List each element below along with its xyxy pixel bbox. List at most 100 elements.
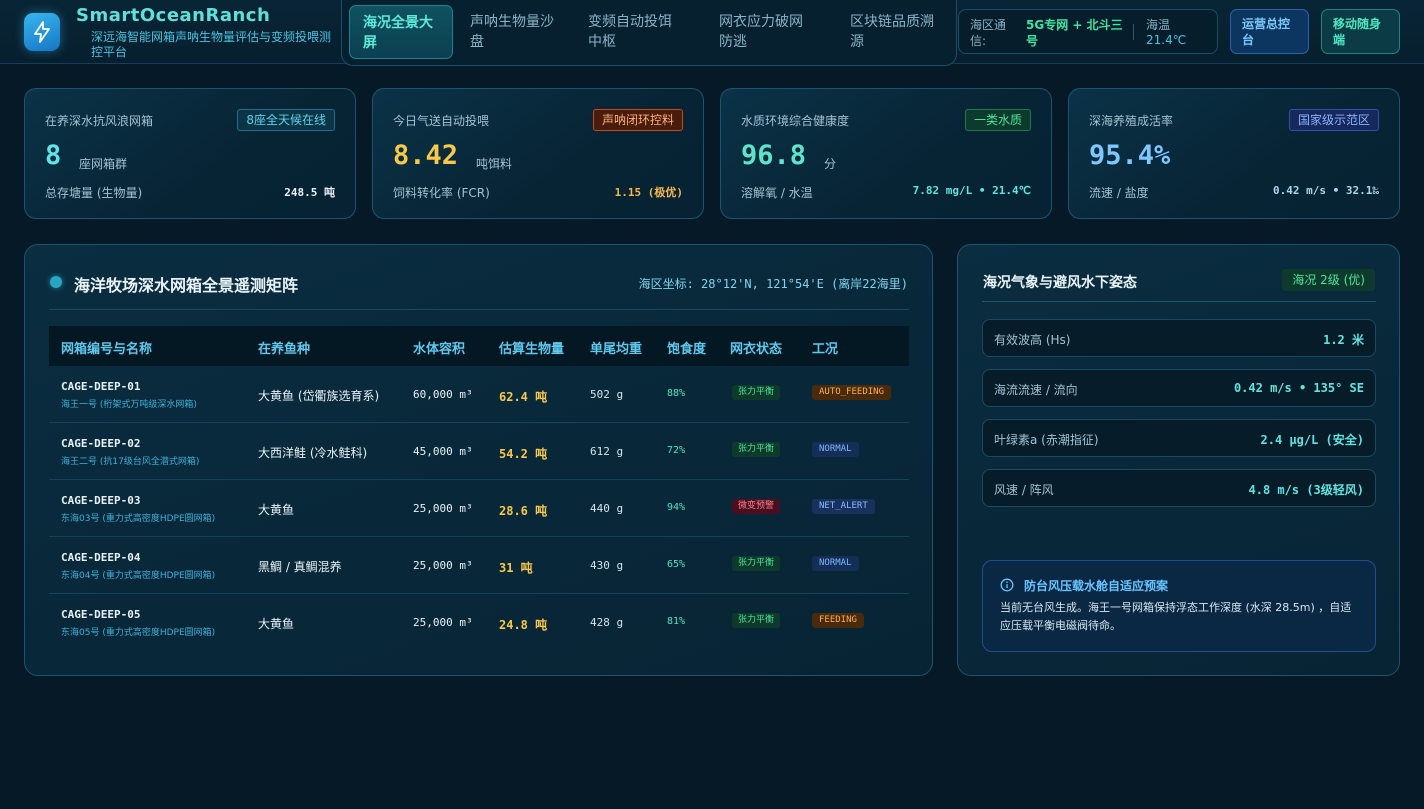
cage-id: CAGE-DEEP-05	[61, 608, 141, 621]
tab-net-stress[interactable]: 网衣应力破网防逃	[706, 5, 826, 59]
water-volume: 45,000 m³	[413, 445, 473, 458]
biomass: 54.2 吨	[499, 447, 548, 461]
water-volume: 25,000 m³	[413, 559, 473, 572]
tab-auto-feeding[interactable]: 变频自动投饵中枢	[575, 5, 695, 59]
cage-name: 海王一号 (桁架式万吨级深水网箱)	[61, 400, 197, 410]
biomass: 24.8 吨	[499, 618, 548, 632]
cage-table: 网箱编号与名称 在养鱼种 水体容积 估算生物量 单尾均重 饱食度 网衣状态 工况…	[49, 326, 909, 651]
operation-status-badge: NET_ALERT	[812, 499, 875, 514]
net-status-badge: 张力平衡	[732, 442, 781, 457]
mobile-app-button[interactable]: 移动随身端	[1321, 9, 1400, 54]
status-box: 海区通信: 5G专网 + 北斗三号 海温 21.4℃	[958, 9, 1218, 54]
brand-subtitle: 深远海智能网箱声呐生物量评估与变频投喂测控平台	[91, 30, 332, 59]
info-circle-icon	[1000, 578, 1014, 592]
column-header: 单尾均重	[590, 342, 643, 357]
kpi-foot-value: 7.82 mg/L • 21.4℃	[912, 184, 1031, 197]
species: 大黄鱼	[258, 617, 295, 631]
avg-weight: 428 g	[590, 616, 624, 629]
metric-value: 4.8 m/s (3级轻风)	[1248, 483, 1364, 497]
net-status-badge: 张力平衡	[732, 556, 781, 571]
side-panel-title: 海况气象与避风水下姿态	[983, 275, 1137, 291]
water-volume: 25,000 m³	[413, 616, 473, 629]
avg-weight: 612 g	[590, 445, 624, 458]
satiety: 81%	[667, 616, 686, 627]
metric-current: 海流流速 / 流向 0.42 m/s • 135° SE	[982, 369, 1376, 407]
kpi-foot-value: 1.15 (极优)	[614, 186, 683, 199]
divider	[982, 301, 1376, 302]
net-status-badge: 微变预警	[732, 499, 781, 514]
operation-status-badge: NORMAL	[812, 442, 859, 457]
cage-id: CAGE-DEEP-04	[61, 551, 141, 564]
column-header: 水体容积	[413, 342, 466, 357]
kpi-badge: 声呐闭环控料	[592, 109, 683, 131]
kpi-badge: 8座全天候在线	[237, 109, 335, 131]
satiety: 65%	[667, 559, 686, 570]
kpi-value: 96.8	[741, 140, 807, 171]
lightning-bolt-icon	[24, 13, 60, 51]
net-status-badge: 张力平衡	[732, 613, 781, 628]
column-header: 估算生物量	[499, 342, 565, 357]
satiety: 88%	[667, 388, 686, 399]
kpi-card-feeding: 今日气送自动投喂 声呐闭环控料 8.42 吨饵料 饲料转化率 (FCR) 1.1…	[372, 88, 704, 219]
ops-console-button[interactable]: 运营总控台	[1230, 9, 1309, 54]
operation-status-badge: NORMAL	[812, 556, 859, 571]
table-header: 网箱编号与名称 在养鱼种 水体容积 估算生物量 单尾均重 饱食度 网衣状态 工况	[49, 326, 909, 366]
kpi-foot-label: 溶解氧 / 水温	[741, 186, 813, 200]
table-row[interactable]: CAGE-DEEP-01 海王一号 (桁架式万吨级深水网箱) 大黄鱼 (岱衢族选育系…	[49, 366, 909, 423]
water-volume: 25,000 m³	[413, 502, 473, 515]
cage-id: CAGE-DEEP-03	[61, 494, 141, 507]
typhoon-plan-alert: 防台风压载水舱自适应预案 当前无台风生成。海王一号网箱保持浮态工作深度 (水深 …	[982, 560, 1376, 652]
biomass: 31 吨	[499, 561, 533, 575]
kpi-unit: 分	[824, 157, 837, 171]
kpi-card-survival: 深海养殖成活率 国家级示范区 95.4% 流速 / 盐度 0.42 m/s • …	[1068, 88, 1400, 219]
biomass: 28.6 吨	[499, 504, 548, 518]
metric-chlorophyll: 叶绿素a (赤潮指征) 2.4 μg/L (安全)	[982, 419, 1376, 457]
temp-label: 海温	[1146, 18, 1171, 32]
kpi-card-cages: 在养深水抗风浪网箱 8座全天候在线 8 座网箱群 总存塘量 (生物量) 248.…	[24, 88, 356, 219]
kpi-card-water-quality: 水质环境综合健康度 一类水质 96.8 分 溶解氧 / 水温 7.82 mg/L…	[720, 88, 1052, 219]
kpi-foot-label: 饲料转化率 (FCR)	[393, 186, 490, 200]
kpi-foot-label: 总存塘量 (生物量)	[45, 186, 143, 200]
main-nav: 海况全景大屏 声呐生物量沙盘 变频自动投饵中枢 网衣应力破网防逃 区块链品质溯源	[341, 0, 957, 66]
column-header: 在养鱼种	[258, 342, 311, 357]
status-divider	[1133, 24, 1134, 40]
table-row[interactable]: CAGE-DEEP-03 东海03号 (重力式高密度HDPE圆网箱) 大黄鱼 25,0…	[49, 480, 909, 537]
sea-conditions-panel: 海况气象与避风水下姿态 海况 2级 (优) 有效波高 (Hs) 1.2 米 海流…	[957, 244, 1400, 676]
metric-label: 有效波高 (Hs)	[994, 333, 1071, 347]
avg-weight: 430 g	[590, 559, 624, 572]
metric-wind: 风速 / 阵风 4.8 m/s (3级轻风)	[982, 469, 1376, 507]
tab-sonar-biomass[interactable]: 声呐生物量沙盘	[457, 5, 567, 59]
metric-value: 1.2 米	[1323, 333, 1364, 347]
kpi-badge: 国家级示范区	[1288, 109, 1379, 131]
table-row[interactable]: CAGE-DEEP-02 海王二号 (抗17级台风全潜式网箱) 大西洋鲑 (冷水鲑科…	[49, 423, 909, 480]
table-row[interactable]: CAGE-DEEP-04 东海04号 (重力式高密度HDPE圆网箱) 黑鲷 / 真鲷…	[49, 537, 909, 594]
table-row[interactable]: CAGE-DEEP-05 东海05号 (重力式高密度HDPE圆网箱) 大黄鱼 25,0…	[49, 594, 909, 651]
dot-icon	[50, 276, 62, 288]
net-status-badge: 张力平衡	[732, 385, 781, 400]
satiety: 72%	[667, 445, 686, 456]
cage-id: CAGE-DEEP-01	[61, 380, 141, 393]
cage-name: 东海05号 (重力式高密度HDPE圆网箱)	[61, 628, 216, 638]
kpi-unit: 吨饵料	[476, 157, 513, 171]
species: 黑鲷 / 真鲷混养	[258, 560, 342, 574]
avg-weight: 502 g	[590, 388, 624, 401]
tab-blockchain-trace[interactable]: 区块链品质溯源	[837, 5, 957, 59]
cage-name: 东海04号 (重力式高密度HDPE圆网箱)	[61, 571, 216, 581]
kpi-foot-label: 流速 / 盐度	[1089, 186, 1149, 200]
kpi-label: 水质环境综合健康度	[741, 114, 850, 128]
column-header: 网箱编号与名称	[61, 342, 153, 357]
divider	[49, 309, 909, 310]
comm-label: 海区通信:	[970, 18, 1007, 48]
brand-title: SmartOceanRanch	[76, 5, 271, 26]
satiety: 94%	[667, 502, 686, 513]
species: 大黄鱼 (岱衢族选育系)	[258, 389, 380, 403]
kpi-label: 深海养殖成活率	[1089, 114, 1174, 128]
metric-label: 海流流速 / 流向	[994, 383, 1078, 397]
kpi-unit: 座网箱群	[79, 157, 128, 171]
table-body: CAGE-DEEP-01 海王一号 (桁架式万吨级深水网箱) 大黄鱼 (岱衢族选育系…	[49, 366, 909, 651]
metric-wave-height: 有效波高 (Hs) 1.2 米	[982, 319, 1376, 357]
avg-weight: 440 g	[590, 502, 624, 515]
kpi-label: 今日气送自动投喂	[393, 114, 490, 128]
tab-ocean-overview[interactable]: 海况全景大屏	[349, 5, 453, 59]
kpi-value: 95.4%	[1089, 140, 1171, 171]
